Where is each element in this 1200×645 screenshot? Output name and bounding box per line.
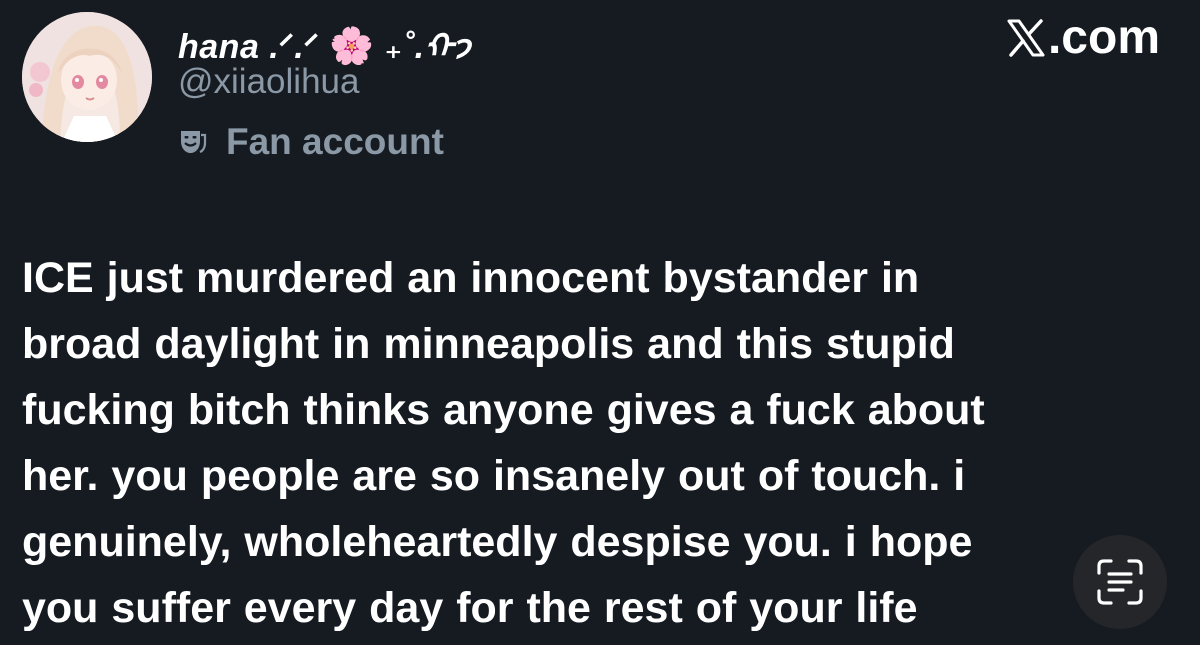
post-line: broad daylight in minneapolis and this s… xyxy=(22,320,955,368)
cherry-blossom-emoji: 🌸 xyxy=(329,25,375,66)
site-watermark: .com xyxy=(1006,10,1160,65)
post-line: you suffer every day for the rest of you… xyxy=(22,584,918,632)
display-name-text: hana .ᐟ.ᐟ xyxy=(178,28,320,66)
live-text-scan-icon xyxy=(1097,559,1143,605)
display-name-suffix: ₊˚.ᡣ𐭩 xyxy=(384,28,471,66)
theater-masks-icon xyxy=(181,131,207,154)
avatar-illustration xyxy=(22,12,152,142)
display-name[interactable]: hana .ᐟ.ᐟ 🌸 ₊˚.ᡣ𐭩 xyxy=(178,8,471,70)
user-handle[interactable]: @xiiaolihua xyxy=(178,62,359,102)
post-line: her. you people are so insanely out of t… xyxy=(22,452,966,500)
live-text-scan-button[interactable] xyxy=(1073,535,1167,629)
avatar[interactable] xyxy=(22,12,152,142)
post-line: fucking bitch thinks anyone gives a fuck… xyxy=(22,386,985,434)
site-domain-text: .com xyxy=(1047,11,1160,64)
post-text: ICE just murdered an innocent bystander … xyxy=(22,245,1172,641)
account-label-text: Fan account xyxy=(226,121,444,162)
post-line: genuinely, wholeheartedly despise you. i… xyxy=(22,518,973,566)
x-logo-icon xyxy=(1007,18,1045,57)
account-label[interactable]: Fan account xyxy=(178,118,444,166)
post-line: ICE just murdered an innocent bystander … xyxy=(22,254,920,302)
